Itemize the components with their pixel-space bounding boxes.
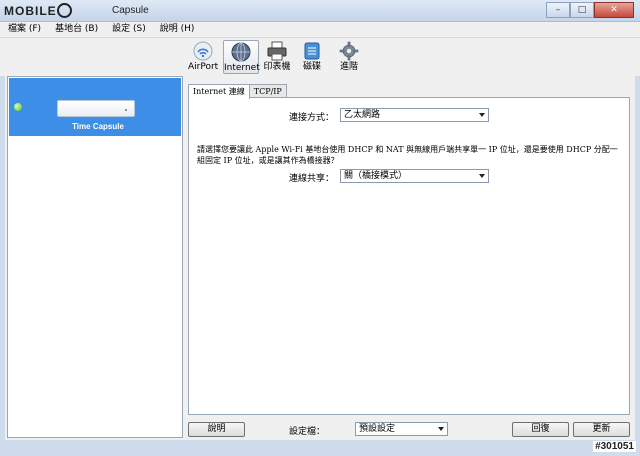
update-button[interactable]: 更新 [573,422,630,437]
main-area: Time Capsule Internet 連線 TCP/IP 連接方式： 乙太… [5,76,635,440]
toolbar-airport[interactable]: AirPort [188,40,218,74]
menu-bar: 檔案 (F) 基地台 (B) 設定 (S) 說明 (H) [0,22,640,38]
close-button[interactable]: ✕ [594,2,634,18]
profile-value: 預設設定 [359,424,396,434]
time-capsule-icon [57,100,135,117]
title-bar: MOBILE Capsule – □ ✕ [0,0,640,22]
profile-label: 設定檔： [289,427,326,437]
toolbar-disk[interactable]: 磁碟 [300,40,324,74]
gear-icon [337,40,361,62]
profile-select[interactable]: 預設設定 [355,422,448,436]
tab-bar: Internet 連線 TCP/IP [188,84,287,99]
connection-sharing-label: 連線共享： [289,174,335,184]
menu-help[interactable]: 說明 (H) [152,22,201,37]
watermark-id: #301051 [593,441,636,452]
settings-content: Internet 連線 TCP/IP 連接方式： 乙太網路 請選擇您要讓此 Ap… [188,84,630,415]
bottom-bar: 說明 設定檔： 預設設定 回復 更新 [5,416,635,438]
window-controls: – □ ✕ [546,2,634,18]
internet-globe-icon [229,41,253,63]
connection-method-label: 連接方式： [289,113,335,123]
revert-button[interactable]: 回復 [512,422,569,437]
toolbar-internet[interactable]: Internet [223,40,260,74]
device-item-time-capsule[interactable]: Time Capsule [9,78,181,136]
device-name: Time Capsule [72,122,124,131]
chevron-down-icon [438,427,444,431]
tab-internet-connection[interactable]: Internet 連線 [188,84,250,99]
status-bar: #301051 [0,440,640,456]
tab-tcpip[interactable]: TCP/IP [248,84,287,98]
printer-icon [265,40,289,62]
toolbar-advanced-label: 進階 [339,62,358,72]
toolbar: AirPort Internet 印表機 磁碟 進階 [0,38,640,76]
airport-icon [191,40,215,62]
mobile01-logo: MOBILE [4,3,72,18]
connection-sharing-value: 關（橋接模式） [344,171,408,181]
maximize-button[interactable]: □ [570,2,594,18]
toolbar-advanced[interactable]: 進階 [337,40,361,74]
window-title: Capsule [112,5,149,16]
toolbar-airport-label: AirPort [188,62,219,72]
menu-settings[interactable]: 設定 (S) [104,22,152,37]
connection-method-select[interactable]: 乙太網路 [340,108,489,122]
minimize-button[interactable]: – [546,2,570,18]
toolbar-printer[interactable]: 印表機 [263,40,291,74]
connection-method-value: 乙太網路 [344,110,381,120]
tab-panel: 連接方式： 乙太網路 請選擇您要讓此 Apple Wi-Fi 基地台使用 DHC… [188,97,630,415]
help-button[interactable]: 說明 [188,422,245,437]
disk-icon [300,40,324,62]
connection-sharing-select[interactable]: 關（橋接模式） [340,169,489,183]
menu-file[interactable]: 檔案 (F) [0,22,47,37]
menu-base-station[interactable]: 基地台 (B) [47,22,104,37]
toolbar-disk-label: 磁碟 [302,62,321,72]
device-sidebar: Time Capsule [7,76,183,438]
sharing-description: 請選擇您要讓此 Apple Wi-Fi 基地台使用 DHCP 和 NAT 與無線… [197,145,618,165]
chevron-down-icon [479,113,485,117]
logo-circle-icon [56,3,72,18]
chevron-down-icon [479,174,485,178]
status-green-icon [14,103,22,111]
toolbar-internet-label: Internet [224,63,260,73]
toolbar-printer-label: 印表機 [263,62,291,72]
